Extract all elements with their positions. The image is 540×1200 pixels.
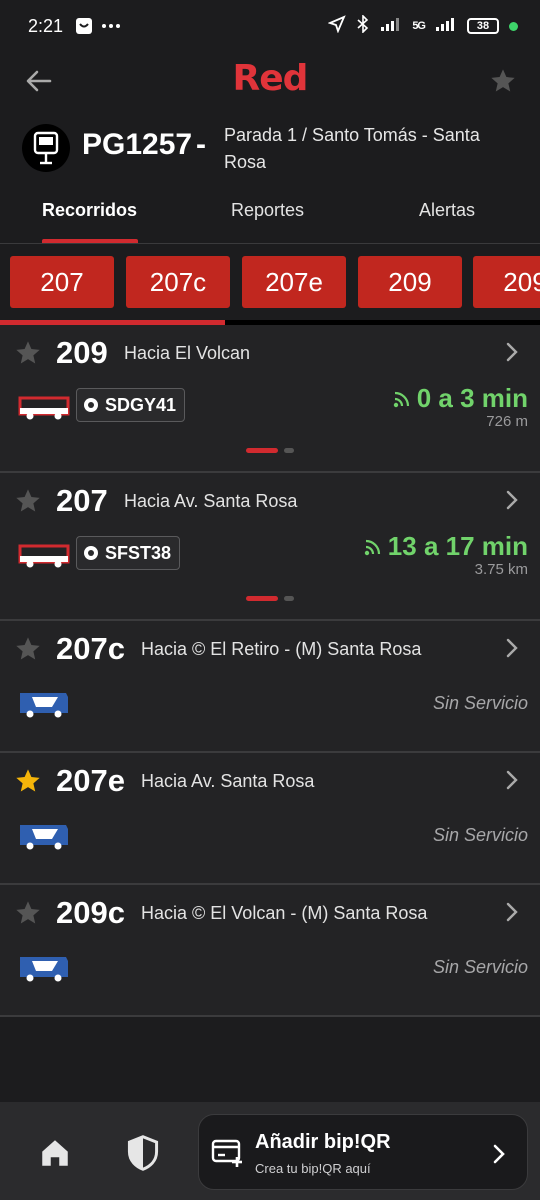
chevron-right-icon (506, 342, 518, 362)
pager-dots (246, 596, 294, 601)
route-chip[interactable]: 207e (242, 256, 346, 308)
star-icon[interactable] (14, 899, 42, 927)
tab-alertas[interactable]: Alertas (419, 200, 475, 221)
stop-name: Parada 1 / Santo Tomás - Santa Rosa (224, 125, 480, 172)
back-button[interactable] (22, 64, 56, 98)
plate-text: SDGY41 (105, 394, 177, 415)
pager-dots (246, 448, 294, 453)
star-icon[interactable] (14, 635, 42, 663)
bipqr-title: Añadir bip!QR (255, 1131, 391, 1153)
blue-bus-icon (20, 693, 68, 718)
status-bar: 2:21 5G 38 (0, 0, 540, 52)
plate-text: SFST38 (105, 542, 172, 563)
route-status: Sin Servicio (432, 693, 528, 713)
tab-indicator (42, 239, 138, 243)
bus-plate: SFST38 (76, 536, 181, 570)
eta: 0 a 3 min (393, 383, 528, 414)
card-add-icon (211, 1139, 242, 1167)
route-card[interactable]: 207c Hacia © El Retiro - (M) Santa Rosa … (0, 621, 540, 753)
more-notifications-icon (101, 23, 121, 29)
favorite-stop-button[interactable] (486, 64, 520, 98)
route-number: 207 (56, 483, 108, 518)
live-signal-icon (364, 539, 380, 555)
route-number: 207c (56, 631, 125, 666)
route-number: 209c (56, 895, 125, 930)
route-direction: Hacia Av. Santa Rosa (141, 771, 315, 791)
red-bus-icon (18, 544, 70, 568)
route-card[interactable]: 207e Hacia Av. Santa Rosa Sin Servicio (0, 753, 540, 885)
status-right: 5G 38 (327, 13, 518, 38)
star-filled-icon[interactable] (14, 767, 42, 795)
privacy-dot-icon (509, 21, 518, 31)
route-chips: 207 207c 207e 209 209 (0, 256, 540, 308)
eta-text: 13 a 17 min (387, 531, 528, 561)
stop-separator: - (196, 128, 206, 161)
route-status: Sin Servicio (432, 825, 528, 845)
eta: 13 a 17 min (364, 531, 528, 562)
chevron-right-icon (506, 902, 518, 922)
chevron-right-icon (493, 1144, 505, 1164)
app-notification-icon (75, 17, 93, 35)
distance: 3.75 km (474, 561, 528, 578)
signal-icon-2 (435, 16, 457, 37)
app-bar: Red (0, 52, 540, 108)
route-direction: Hacia © El Retiro - (M) Santa Rosa (141, 639, 422, 659)
red-logo: Red (232, 58, 309, 99)
tab-reportes[interactable]: Reportes (231, 200, 304, 221)
home-icon[interactable] (38, 1136, 72, 1170)
route-number: 207e (56, 763, 125, 798)
battery-icon: 38 (467, 18, 499, 34)
route-chip[interactable]: 209 (473, 256, 540, 308)
bus-plate: SDGY41 (76, 388, 186, 422)
chevron-right-icon (506, 490, 518, 510)
star-icon (491, 69, 515, 92)
route-direction: Hacia El Volcan (124, 343, 251, 363)
badge-icon (84, 398, 98, 412)
route-chip[interactable]: 207 (10, 256, 114, 308)
route-direction: Hacia © El Volcan - (M) Santa Rosa (141, 903, 428, 923)
back-arrow-icon (26, 70, 52, 92)
network-label: 5G (412, 20, 426, 32)
red-bus-icon (18, 396, 70, 420)
route-card[interactable]: 209c Hacia © El Volcan - (M) Santa Rosa … (0, 885, 540, 1017)
bus-stop-icon (22, 124, 70, 172)
route-card[interactable]: 207 Hacia Av. Santa Rosa SFST38 13 a 17 … (0, 473, 540, 621)
blue-bus-icon (20, 957, 68, 982)
star-icon[interactable] (14, 339, 42, 367)
route-direction: Hacia Av. Santa Rosa (124, 491, 298, 511)
shield-icon[interactable] (126, 1134, 160, 1172)
badge-icon (84, 546, 98, 560)
add-bipqr-button[interactable]: Añadir bip!QR Crea tu bip!QR aquí (198, 1114, 528, 1190)
stop-header: PG1257 - Parada 1 / Santo Tomás - Santa … (0, 120, 540, 182)
tab-recorridos[interactable]: Recorridos (42, 200, 137, 221)
route-card[interactable]: 209 Hacia El Volcan SDGY41 0 a 3 min 726… (0, 325, 540, 473)
route-status: Sin Servicio (432, 957, 528, 977)
location-icon (327, 14, 347, 38)
route-chip[interactable]: 209 (358, 256, 462, 308)
bipqr-subtitle: Crea tu bip!QR aquí (255, 1161, 371, 1176)
eta-text: 0 a 3 min (416, 383, 528, 413)
route-number: 209 (56, 335, 108, 370)
chevron-right-icon (506, 638, 518, 658)
status-time: 2:21 (28, 15, 64, 36)
bottom-navigation: Añadir bip!QR Crea tu bip!QR aquí (0, 1102, 540, 1200)
stop-code: PG1257 (82, 128, 193, 161)
live-signal-icon (393, 391, 409, 407)
distance: 726 m (486, 413, 528, 430)
chevron-right-icon (506, 770, 518, 790)
route-chip[interactable]: 207c (126, 256, 230, 308)
bluetooth-icon (356, 13, 370, 38)
star-icon[interactable] (14, 487, 42, 515)
blue-bus-icon (20, 825, 68, 850)
tab-bar: Recorridos Reportes Alertas (0, 188, 540, 244)
signal-icon (380, 16, 402, 37)
